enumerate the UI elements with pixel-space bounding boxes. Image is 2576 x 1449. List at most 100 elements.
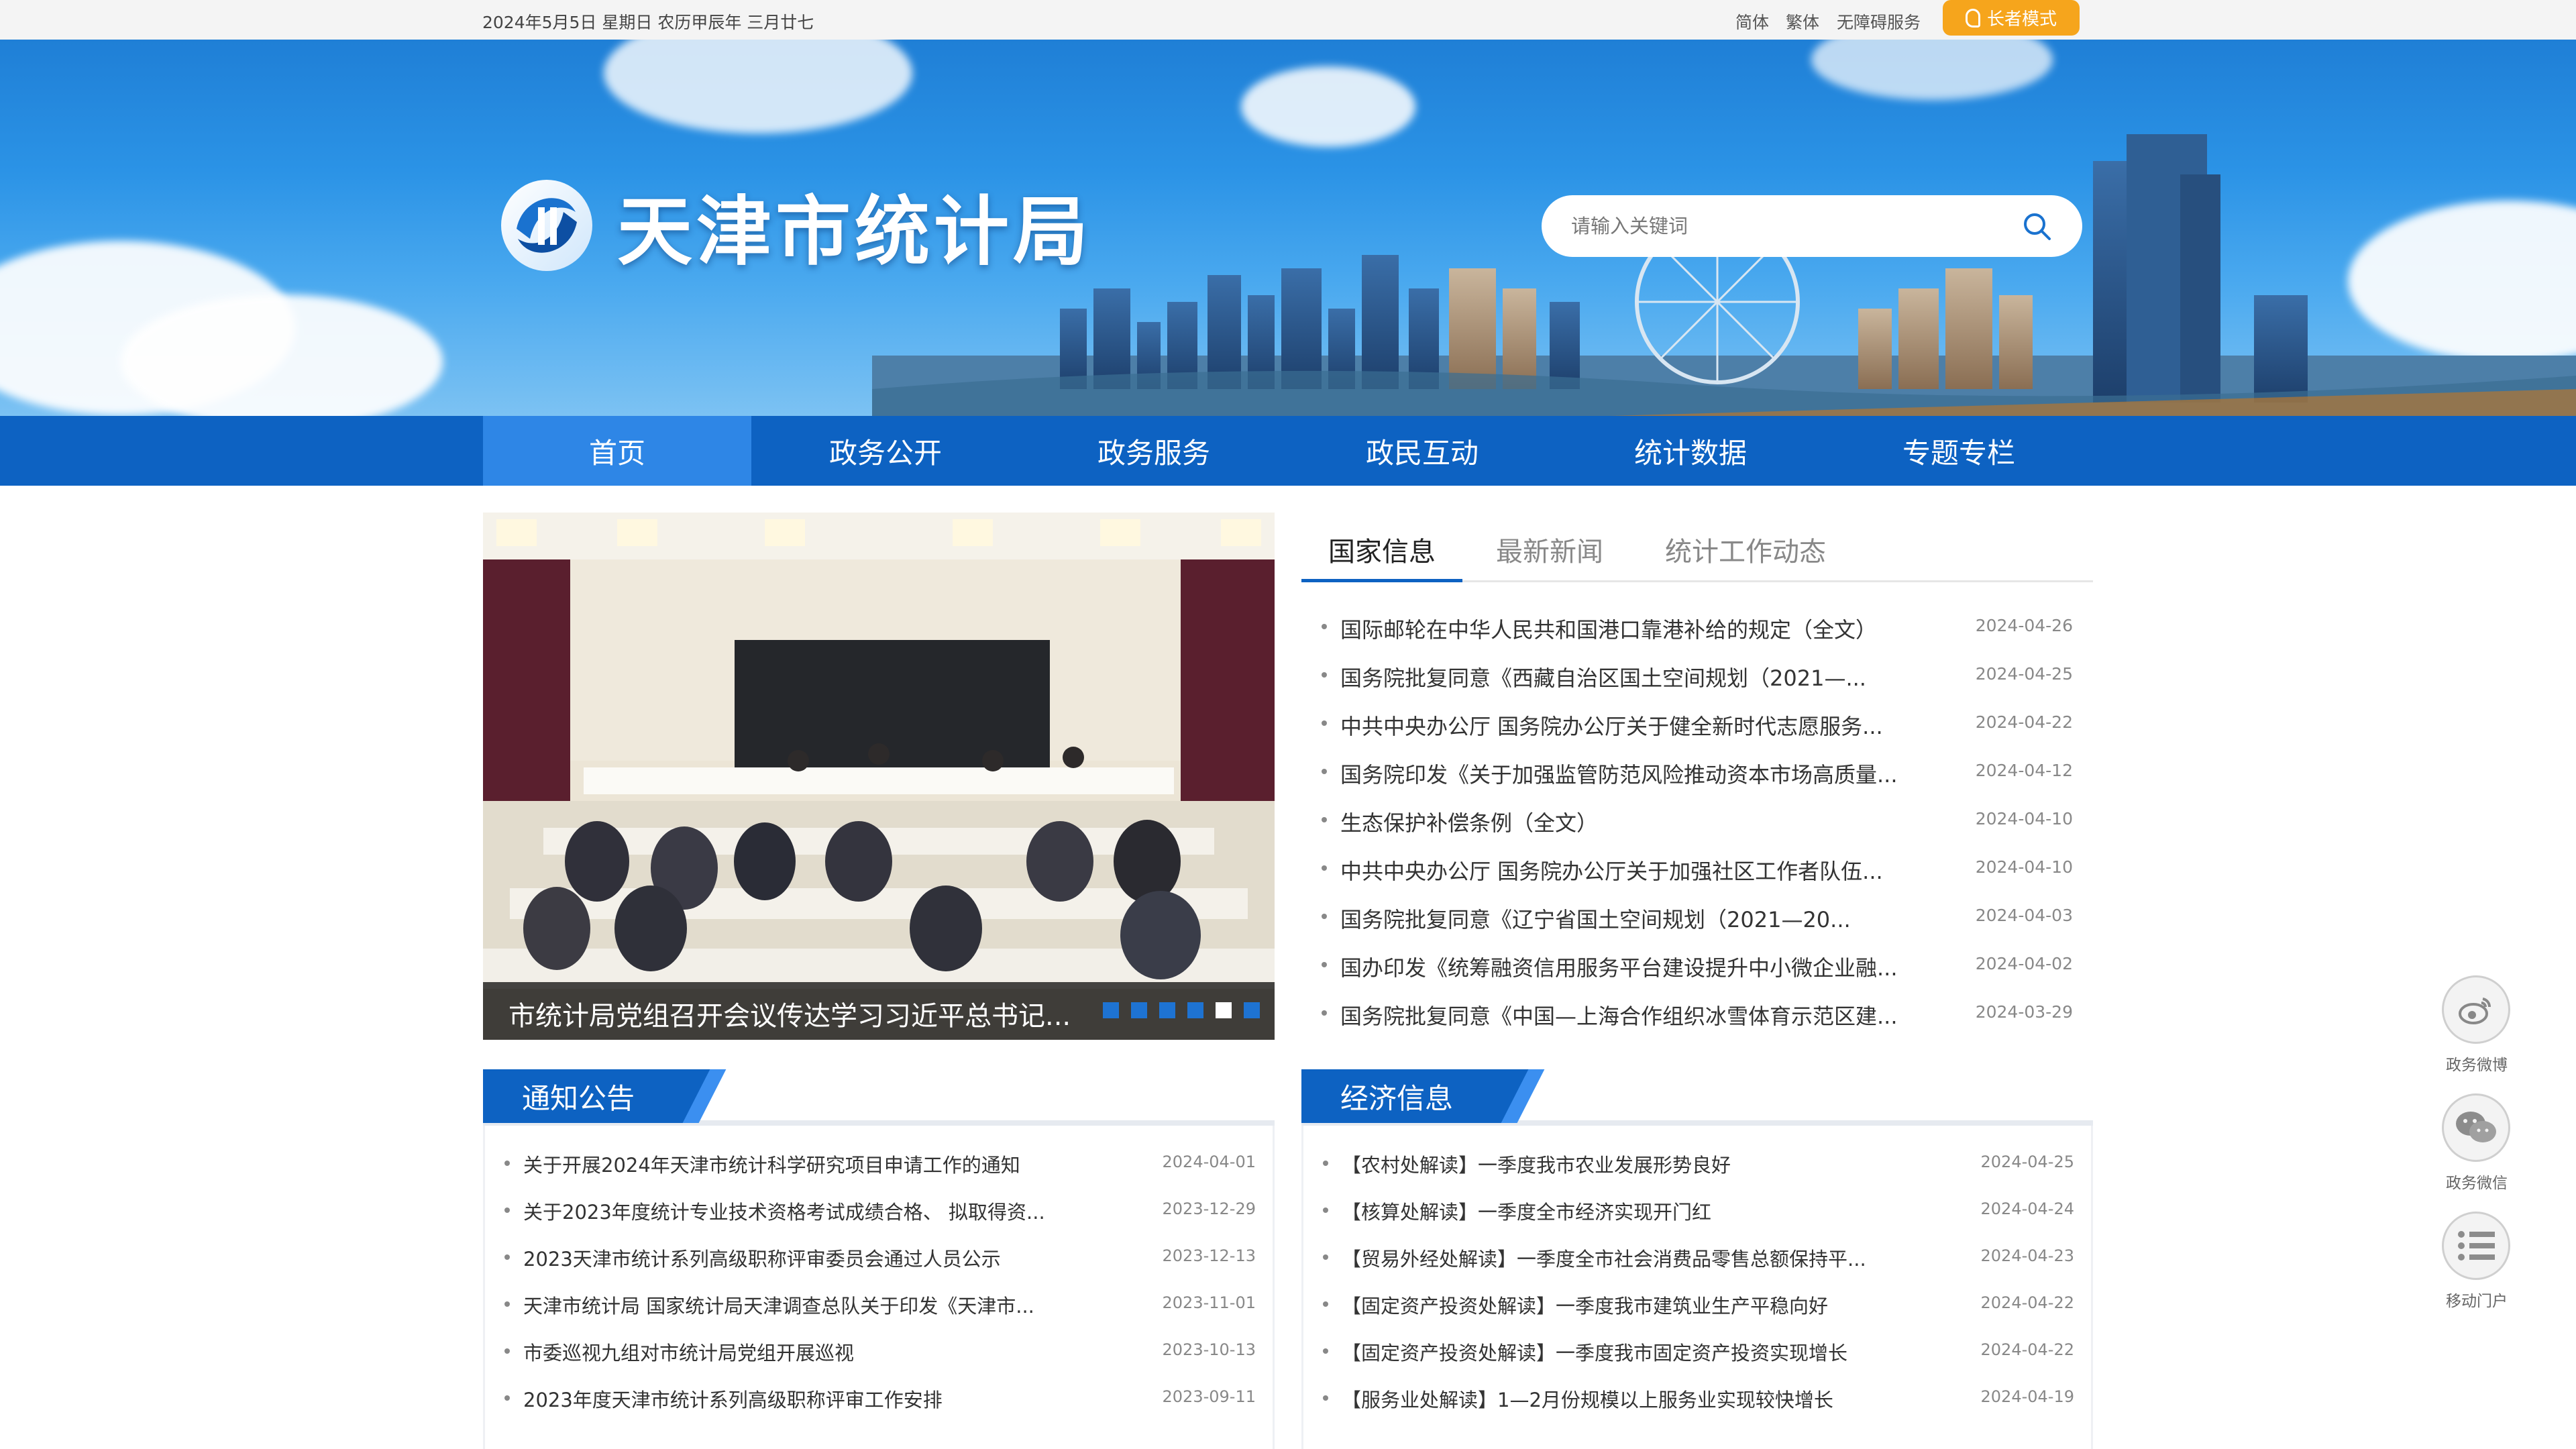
news-title[interactable]: 国办印发《统筹融资信用服务平台建设提升中小微企业融... [1340,951,1898,982]
weibo-shortcut[interactable]: 政务微博 [2442,975,2512,1075]
list-item[interactable]: 中共中央办公厅 国务院办公厅关于健全新时代志愿服务... 2024-04-22 [1322,700,2073,749]
section-header: 通知公告 [483,1069,1275,1126]
list-item[interactable]: 【固定资产投资处解读】一季度我市固定资产投资实现增长 2024-04-22 [1323,1328,2074,1375]
news-title[interactable]: 国务院印发《关于加强监管防范风险推动资本市场高质量... [1340,758,1898,789]
list-item[interactable]: 【固定资产投资处解读】一季度我市建筑业生产平稳向好 2024-04-22 [1323,1281,2074,1328]
notice-title[interactable]: 2023年度天津市统计系列高级职称评审工作安排 [523,1385,943,1413]
news-title[interactable]: 国务院批复同意《辽宁省国土空间规划（2021—20... [1340,903,1851,934]
notice-title[interactable]: 市委巡视九组对市统计局党组开展巡视 [523,1338,854,1366]
list-item[interactable]: 关于开展2024年天津市统计科学研究项目申请工作的通知 2024-04-01 [504,1140,1256,1187]
news-title[interactable]: 生态保护补偿条例（全文） [1340,806,1598,837]
search-icon[interactable] [2021,210,2053,242]
nav-item-gov-affairs[interactable]: 政务公开 [751,416,1020,486]
notices-list: 关于开展2024年天津市统计科学研究项目申请工作的通知 2024-04-01 关于… [504,1140,1256,1422]
search-input[interactable] [1571,210,2000,242]
nav-item-statistics[interactable]: 统计数据 [1556,416,1825,486]
news-list: 国际邮轮在中华人民共和国港口靠港补给的规定（全文） 2024-04-26 国务院批… [1322,604,2073,1038]
section-title-notices[interactable]: 通知公告 [483,1069,684,1123]
nav-item-special-topics[interactable]: 专题专栏 [1825,416,2093,486]
news-title[interactable]: 中共中央办公厅 国务院办公厅关于加强社区工作者队伍... [1340,855,1883,885]
notice-date: 2023-09-11 [1162,1387,1256,1406]
list-item[interactable]: 【农村处解读】一季度我市农业发展形势良好 2024-04-25 [1323,1140,2074,1187]
list-item[interactable]: 【核算处解读】一季度全市经济实现开门红 2024-04-24 [1323,1187,2074,1234]
news-title[interactable]: 国际邮轮在中华人民共和国港口靠港补给的规定（全文） [1340,613,1877,644]
tab-national-info[interactable]: 国家信息 [1328,530,1436,569]
economy-title[interactable]: 【固定资产投资处解读】一季度我市固定资产投资实现增长 [1342,1338,1847,1366]
wechat-button[interactable] [2442,1093,2510,1162]
notice-date: 2023-12-13 [1162,1246,1256,1265]
news-title[interactable]: 中共中央办公厅 国务院办公厅关于健全新时代志愿服务... [1340,710,1883,741]
list-item[interactable]: 市委巡视九组对市统计局党组开展巡视 2023-10-13 [504,1328,1256,1375]
wechat-shortcut[interactable]: 政务微信 [2442,1093,2512,1193]
list-item[interactable]: 关于2023年度统计专业技术资格考试成绩合格、 拟取得资... 2023-12-2… [504,1187,1256,1234]
traditional-link[interactable]: 繁体 [1786,9,1819,34]
weibo-button[interactable] [2442,975,2510,1044]
list-icon [2458,1231,2495,1260]
notice-title[interactable]: 关于2023年度统计专业技术资格考试成绩合格、 拟取得资... [523,1197,1045,1225]
list-item[interactable]: 国际邮轮在中华人民共和国港口靠港补给的规定（全文） 2024-04-26 [1322,604,2073,652]
list-item[interactable]: 【服务业处解读】1—2月份规模以上服务业实现较快增长 2024-04-19 [1323,1375,2074,1422]
nav-item-gov-services[interactable]: 政务服务 [1020,416,1288,486]
notices-panel: 通知公告 关于开展2024年天津市统计科学研究项目申请工作的通知 2024-04-… [483,1069,1275,1449]
wechat-label: 政务微信 [2446,1175,2508,1192]
economy-title[interactable]: 【服务业处解读】1—2月份规模以上服务业实现较快增长 [1342,1385,1833,1413]
list-item[interactable]: 国务院批复同意《西藏自治区国土空间规划（2021—... 2024-04-25 [1322,652,2073,700]
search-box[interactable] [1542,195,2082,257]
bullet [1322,624,1327,629]
mobile-label: 移动门户 [2446,1293,2508,1310]
list-item[interactable]: 天津市统计局 国家统计局天津调查总队关于印发《天津市... 2023-11-01 [504,1281,1256,1328]
list-item[interactable]: 中共中央办公厅 国务院办公厅关于加强社区工作者队伍... 2024-04-10 [1322,845,2073,894]
notice-title[interactable]: 2023天津市统计系列高级职称评审委员会通过人员公示 [523,1244,1001,1272]
carousel-dot-active[interactable] [1216,1002,1232,1018]
news-title[interactable]: 国务院批复同意《西藏自治区国土空间规划（2021—... [1340,661,1866,692]
carousel-dot[interactable] [1103,1002,1119,1018]
carousel-dot[interactable] [1131,1002,1147,1018]
nav-item-home[interactable]: 首页 [483,416,751,486]
mobile-button[interactable] [2442,1212,2510,1280]
list-item[interactable]: 2023年度天津市统计系列高级职称评审工作安排 2023-09-11 [504,1375,1256,1422]
notice-title[interactable]: 天津市统计局 国家统计局天津调查总队关于印发《天津市... [523,1291,1034,1319]
carousel-dot[interactable] [1159,1002,1175,1018]
list-item[interactable]: 国务院批复同意《辽宁省国土空间规划（2021—20... 2024-04-03 [1322,894,2073,942]
carousel-dot[interactable] [1187,1002,1203,1018]
city-skyline-illustration [872,134,2576,416]
tab-stats-work[interactable]: 统计工作动态 [1665,530,1826,569]
header-banner: 天津市统计局 [0,40,2576,416]
list-item[interactable]: 国务院批复同意《中国—上海合作组织冰雪体育示范区建... 2024-03-29 [1322,990,2073,1038]
carousel-caption[interactable]: 市统计局党组召开会议传达学习习近平总书记... [508,994,1079,1033]
section-title-economy[interactable]: 经济信息 [1301,1069,1503,1123]
bullet [504,1395,510,1401]
bullet [1322,962,1327,967]
simplified-link[interactable]: 简体 [1735,9,1769,34]
economy-title[interactable]: 【固定资产投资处解读】一季度我市建筑业生产平稳向好 [1342,1291,1828,1319]
tab-latest-news[interactable]: 最新新闻 [1496,530,1603,569]
site-logo[interactable]: 天津市统计局 [496,171,1092,280]
list-item[interactable]: 国务院印发《关于加强监管防范风险推动资本市场高质量... 2024-04-12 [1322,749,2073,797]
economy-title[interactable]: 【农村处解读】一季度我市农业发展形势良好 [1342,1150,1731,1178]
elder-mode-button[interactable]: 长者模式 [1943,0,2080,36]
bullet [504,1348,510,1354]
news-title[interactable]: 国务院批复同意《中国—上海合作组织冰雪体育示范区建... [1340,1000,1898,1030]
nav-item-interaction[interactable]: 政民互动 [1288,416,1556,486]
list-item[interactable]: 2023天津市统计系列高级职称评审委员会通过人员公示 2023-12-13 [504,1234,1256,1281]
list-item[interactable]: 生态保护补偿条例（全文） 2024-04-10 [1322,797,2073,845]
carousel-dot[interactable] [1244,1002,1260,1018]
bullet [504,1301,510,1307]
news-carousel[interactable]: 市统计局党组召开会议传达学习习近平总书记... [483,513,1275,1040]
notice-date: 2023-10-13 [1162,1340,1256,1359]
meeting-photo [483,513,1275,1040]
wechat-icon [2456,1112,2496,1142]
cloud-decoration [1811,40,2053,100]
bullet [504,1161,510,1166]
mobile-shortcut[interactable]: 移动门户 [2442,1212,2512,1311]
bullet [504,1254,510,1260]
list-item[interactable]: 【贸易外经处解读】一季度全市社会消费品零售总额保持平... 2024-04-23 [1323,1234,2074,1281]
accessibility-link[interactable]: 无障碍服务 [1837,9,1921,34]
elder-mode-label: 长者模式 [1986,9,2057,30]
economy-title[interactable]: 【贸易外经处解读】一季度全市社会消费品零售总额保持平... [1342,1244,1866,1272]
economy-date: 2024-04-24 [1980,1199,2074,1218]
economy-title[interactable]: 【核算处解读】一季度全市经济实现开门红 [1342,1197,1711,1225]
notice-title[interactable]: 关于开展2024年天津市统计科学研究项目申请工作的通知 [523,1150,1020,1178]
bullet [504,1208,510,1213]
list-item[interactable]: 国办印发《统筹融资信用服务平台建设提升中小微企业融... 2024-04-02 [1322,942,2073,990]
